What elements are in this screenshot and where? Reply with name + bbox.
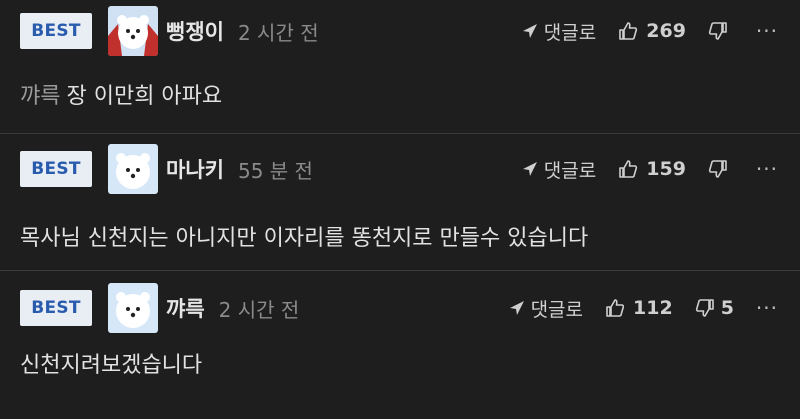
reply-label: 댓글로 (543, 21, 597, 44)
like-button[interactable]: 159 (618, 158, 686, 180)
dislike-button[interactable] (708, 21, 734, 41)
reply-label: 댓글로 (530, 298, 584, 321)
comment-item: BEST 마나키 55 분 전 댓글로 159 ··· 목사님 신천지는 아니지… (0, 134, 800, 271)
nickname[interactable]: 마나키 (166, 154, 224, 184)
reply-arrow-icon (522, 162, 537, 176)
timestamp: 2 시간 전 (237, 20, 319, 45)
like-count: 159 (646, 158, 686, 180)
comment-text: 목사님 신천지는 아니지만 이자리를 똥천지로 만들수 있습니다 (20, 220, 780, 252)
dislike-count: 5 (720, 297, 734, 319)
comment-header: BEST 꺄륵 2 시간 전 댓글로 112 5 ··· (20, 283, 778, 333)
timestamp: 55 분 전 (237, 158, 313, 183)
best-badge: BEST (20, 13, 92, 49)
reply-button[interactable]: 댓글로 (522, 156, 596, 183)
like-count: 112 (633, 297, 673, 319)
like-button[interactable]: 112 (605, 297, 673, 319)
reply-arrow-icon (522, 24, 537, 38)
best-badge: BEST (20, 151, 92, 187)
comment-text: 꺄륵 장 이만희 아파요 (20, 78, 780, 110)
more-options-button[interactable]: ··· (756, 157, 778, 181)
thumbs-down-icon (708, 160, 727, 178)
comment-text: 신천지려보겠습니다 (20, 347, 780, 379)
avatar[interactable] (108, 6, 158, 56)
comment-body: 장 이만희 아파요 (66, 84, 223, 109)
nickname[interactable]: 꺄륵 (166, 293, 205, 323)
comment-item: BEST 뻥쟁이 2 시간 전 댓글로 269 ··· 꺄륵 장 이만희 아파요 (0, 0, 800, 134)
avatar[interactable] (108, 283, 158, 333)
reply-arrow-icon (509, 301, 524, 315)
like-button[interactable]: 269 (618, 20, 686, 42)
reply-button[interactable]: 댓글로 (509, 295, 583, 322)
comment-body: 신천지려보겠습니다 (20, 353, 203, 378)
thumbs-up-icon (619, 160, 638, 178)
comment-header: BEST 뻥쟁이 2 시간 전 댓글로 269 ··· (20, 6, 778, 56)
best-badge: BEST (20, 290, 92, 326)
avatar[interactable] (108, 144, 158, 194)
thumbs-down-icon (708, 22, 727, 40)
more-options-button[interactable]: ··· (756, 19, 778, 43)
comment-body: 목사님 신천지는 아니지만 이자리를 똥천지로 만들수 있습니다 (20, 226, 589, 251)
mention[interactable]: 꺄륵 (20, 84, 60, 109)
timestamp: 2 시간 전 (218, 297, 300, 322)
comment-header: BEST 마나키 55 분 전 댓글로 159 ··· (20, 144, 778, 194)
reply-label: 댓글로 (543, 159, 597, 182)
thumbs-down-icon (695, 299, 714, 317)
thumbs-up-icon (619, 22, 638, 40)
reply-button[interactable]: 댓글로 (522, 18, 596, 45)
dislike-button[interactable] (708, 159, 734, 179)
dislike-button[interactable]: 5 (695, 297, 734, 319)
more-options-button[interactable]: ··· (756, 296, 778, 320)
like-count: 269 (646, 20, 686, 42)
comment-item: BEST 꺄륵 2 시간 전 댓글로 112 5 ··· 신천지려보겠습니다 (0, 271, 800, 419)
thumbs-up-icon (606, 299, 625, 317)
nickname[interactable]: 뻥쟁이 (166, 16, 224, 46)
